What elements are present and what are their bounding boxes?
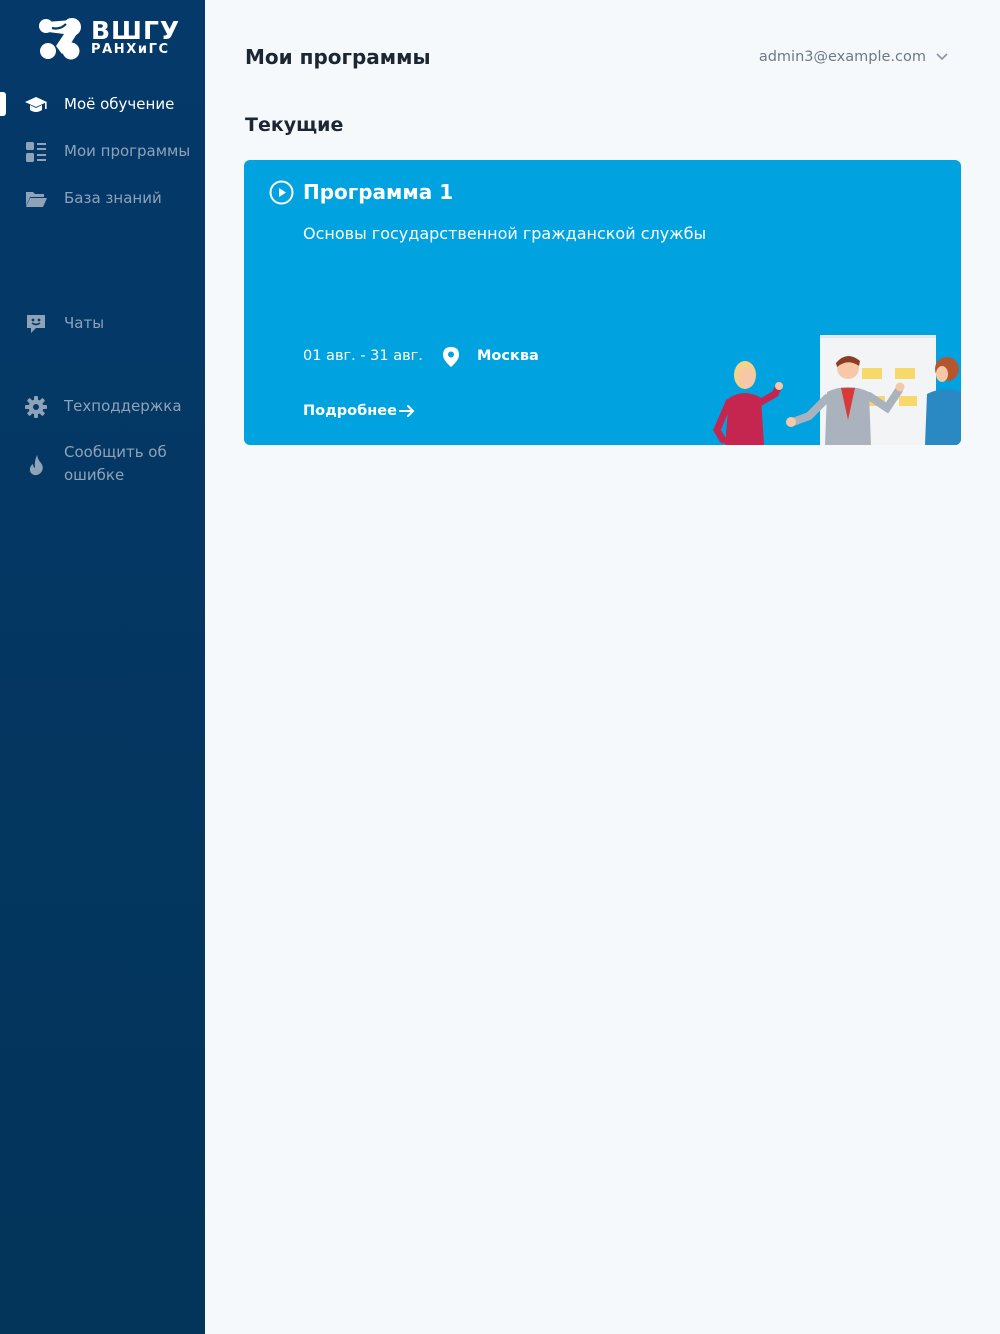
play-circle-icon (269, 180, 294, 205)
sidebar-item-label: База знаний (64, 189, 162, 207)
location-pin-icon (443, 347, 459, 367)
sidebar-item-support[interactable]: Техподдержка (0, 395, 205, 419)
list-icon (26, 142, 46, 162)
logo-icon (39, 18, 81, 60)
section-title-current: Текущие (245, 114, 344, 136)
chat-icon (27, 315, 45, 333)
sidebar-item-label: Чаты (64, 314, 105, 332)
user-email: admin3@example.com (758, 49, 926, 65)
sidebar-item-knowledge-base[interactable]: База знаний (0, 187, 205, 211)
sidebar-item-label: Моё обучение (64, 95, 175, 113)
program-subtitle: Основы государственной гражданской служб… (303, 224, 707, 243)
arrow-right-icon[interactable] (399, 403, 415, 419)
program-card[interactable]: Программа 1 Основы государственной гражд… (244, 160, 961, 445)
gear-icon (25, 396, 47, 418)
sidebar-item-chats[interactable]: Чаты (0, 312, 205, 336)
people-illustration (713, 335, 961, 445)
folder-open-icon (26, 192, 47, 207)
sidebar-item-my-learning[interactable]: Моё обучение (0, 93, 205, 117)
sidebar-item-report-bug[interactable]: Сообщить об ошибке (0, 441, 205, 489)
flame-icon (29, 455, 43, 476)
chevron-down-icon (936, 53, 948, 61)
page-title: Мои программы (245, 45, 431, 69)
program-dates: 01 авг. - 31 авг. (303, 348, 423, 364)
sidebar: ВШГУ РАНХиГС Моё обучение Мои программы … (0, 0, 205, 1334)
logo-title: ВШГУ (91, 16, 181, 45)
program-more-link[interactable]: Подробнее (303, 400, 397, 422)
sidebar-item-label: Мои программы (64, 142, 191, 160)
logo-subtitle: РАНХиГС (91, 42, 170, 57)
sidebar-item-my-programs[interactable]: Мои программы (0, 140, 205, 164)
graduation-cap-icon (25, 97, 47, 112)
user-menu[interactable]: admin3@example.com (759, 46, 948, 68)
sidebar-item-label: Техподдержка (64, 397, 182, 415)
program-title: Программа 1 (303, 180, 454, 204)
sidebar-item-label: Сообщить об ошибке (64, 443, 167, 484)
logo[interactable]: ВШГУ РАНХиГС (38, 16, 181, 62)
program-city: Москва (477, 348, 539, 364)
